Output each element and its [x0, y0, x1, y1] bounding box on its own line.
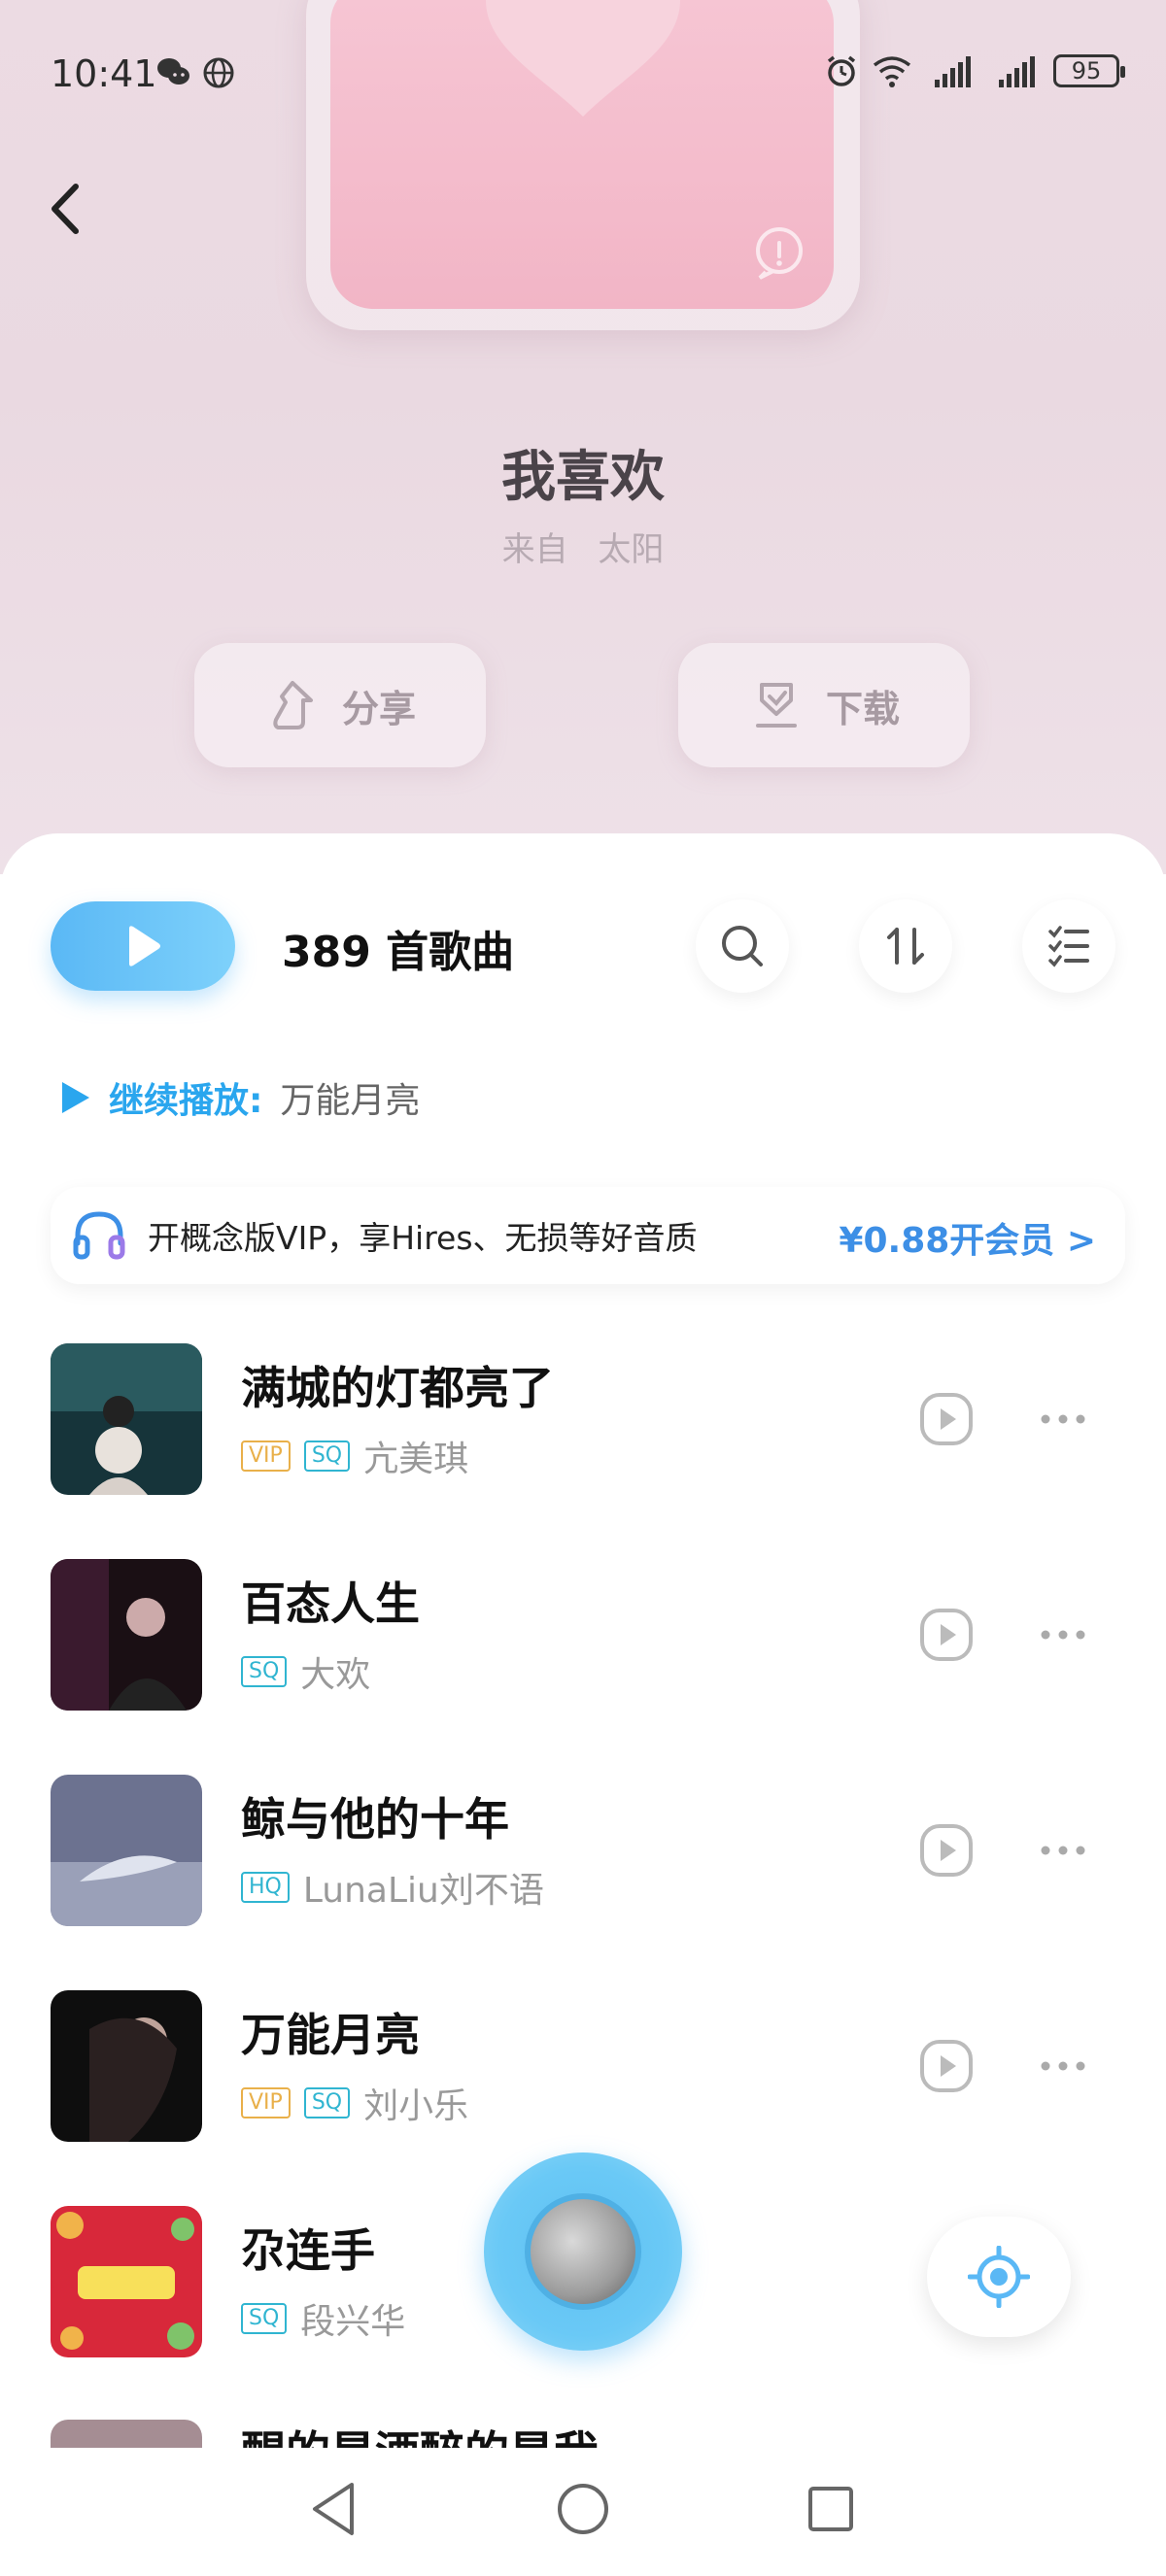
status-right-icons: 95	[824, 52, 1125, 89]
disc-cover	[525, 2193, 641, 2310]
signal-5g-icon-2	[999, 56, 1035, 87]
play-all-button[interactable]	[51, 901, 235, 991]
song-row-partial[interactable]: 醒的是酒醉的是我	[0, 2420, 1166, 2448]
song-row[interactable]: 百态人生 SQ 大欢	[0, 1559, 1166, 1753]
song-artist: 段兴华	[300, 2302, 406, 2342]
vip-banner[interactable]: 开概念版VIP，享Hires、无损等好音质 ¥0.88开会员 >	[51, 1187, 1125, 1284]
alarm-icon	[827, 55, 856, 86]
song-meta: SQ 大欢	[241, 1646, 370, 1697]
download-label: 下载	[825, 687, 900, 730]
song-title: 万能月亮	[241, 2009, 420, 2061]
battery-indicator: 95	[1053, 54, 1125, 87]
album-cover	[51, 1775, 202, 1926]
play-video-icon[interactable]	[919, 1608, 974, 1662]
sort-button[interactable]	[859, 899, 952, 993]
share-label: 分享	[341, 687, 416, 730]
continue-playing[interactable]: 继续播放: 万能月亮	[60, 1072, 420, 1123]
globe-icon	[203, 57, 234, 88]
song-artist: 刘小乐	[363, 2086, 469, 2126]
vip-text: 开概念版VIP，享Hires、无损等好音质	[148, 1219, 698, 1257]
signal-5g-icon	[935, 56, 971, 87]
more-icon[interactable]	[1036, 1833, 1090, 1868]
song-meta: HQ LunaLiu刘不语	[241, 1862, 544, 1913]
share-icon	[273, 681, 313, 729]
continue-label: 继续播放:	[109, 1081, 263, 1121]
song-meta: VIP SQ 刘小乐	[241, 2078, 468, 2128]
sq-tag: SQ	[241, 2303, 288, 2334]
song-row[interactable]: 满城的灯都亮了 VIP SQ 亢美琪	[0, 1343, 1166, 1538]
owner-name[interactable]: 太阳	[598, 530, 664, 569]
song-title: 醒的是酒醉的是我	[241, 2420, 599, 2448]
sort-icon	[887, 928, 924, 965]
vip-tag: VIP	[241, 2087, 291, 2118]
play-icon	[129, 926, 160, 966]
status-time: 10:41	[51, 52, 157, 95]
checklist-icon	[1048, 926, 1089, 967]
song-title: 尕连手	[241, 2224, 375, 2277]
share-button[interactable]: 分享	[194, 643, 486, 767]
download-icon	[755, 683, 797, 728]
song-title: 百态人生	[241, 1577, 420, 1630]
album-cover	[51, 2420, 202, 2448]
play-video-icon[interactable]	[919, 1392, 974, 1446]
nav-back-icon[interactable]	[301, 2475, 369, 2543]
song-row[interactable]: 鲸与他的十年 HQ LunaLiu刘不语	[0, 1775, 1166, 1969]
song-artist: 亢美琪	[363, 1440, 469, 1479]
album-cover	[51, 2206, 202, 2357]
sq-tag: SQ	[303, 1441, 351, 1472]
sq-tag: SQ	[241, 1656, 288, 1687]
locate-current-button[interactable]	[927, 2217, 1071, 2337]
playlist-owner-line: 来自 太阳	[0, 523, 1166, 570]
info-icon[interactable]	[750, 223, 808, 282]
search-button[interactable]	[696, 899, 789, 993]
song-count: 389 首歌曲	[282, 928, 515, 977]
wifi-icon	[873, 56, 911, 87]
headphones-icon	[73, 1211, 125, 1260]
song-meta: VIP SQ 亢美琪	[241, 1431, 468, 1481]
song-artist: LunaLiu刘不语	[302, 1871, 544, 1911]
back-arrow-icon[interactable]	[39, 175, 97, 243]
song-title: 鲸与他的十年	[241, 1793, 509, 1846]
play-triangle-icon	[62, 1082, 89, 1113]
album-cover	[51, 1343, 202, 1495]
from-label: 来自	[501, 530, 568, 569]
more-icon[interactable]	[1036, 1617, 1090, 1652]
vip-cta[interactable]: ¥0.88开会员 >	[839, 1212, 1096, 1263]
wechat-icon	[157, 58, 189, 85]
song-meta: SQ 段兴华	[241, 2293, 405, 2344]
system-nav-bar	[0, 2448, 1166, 2576]
status-left-icons	[155, 56, 235, 89]
album-cover	[51, 1990, 202, 2142]
more-icon[interactable]	[1036, 2049, 1090, 2084]
album-cover	[51, 1559, 202, 1711]
multi-select-button[interactable]	[1022, 899, 1115, 993]
playlist-title: 我喜欢	[501, 446, 665, 509]
play-video-icon[interactable]	[919, 2039, 974, 2093]
continue-song: 万能月亮	[280, 1081, 421, 1121]
nav-home-icon[interactable]	[549, 2475, 617, 2543]
search-icon	[722, 926, 763, 966]
locate-icon	[968, 2246, 1030, 2308]
sq-tag: SQ	[303, 2087, 351, 2118]
play-video-icon[interactable]	[919, 1823, 974, 1878]
nav-recents-icon[interactable]	[797, 2475, 865, 2543]
song-artist: 大欢	[300, 1655, 371, 1695]
hq-tag: HQ	[241, 1872, 290, 1903]
song-title: 满城的灯都亮了	[241, 1362, 554, 1414]
download-button[interactable]: 下载	[678, 643, 970, 767]
vip-tag: VIP	[241, 1441, 291, 1472]
now-playing-disc[interactable]	[484, 2152, 682, 2351]
more-icon[interactable]	[1036, 1402, 1090, 1437]
status-bar: 10:41 95	[0, 0, 1166, 146]
